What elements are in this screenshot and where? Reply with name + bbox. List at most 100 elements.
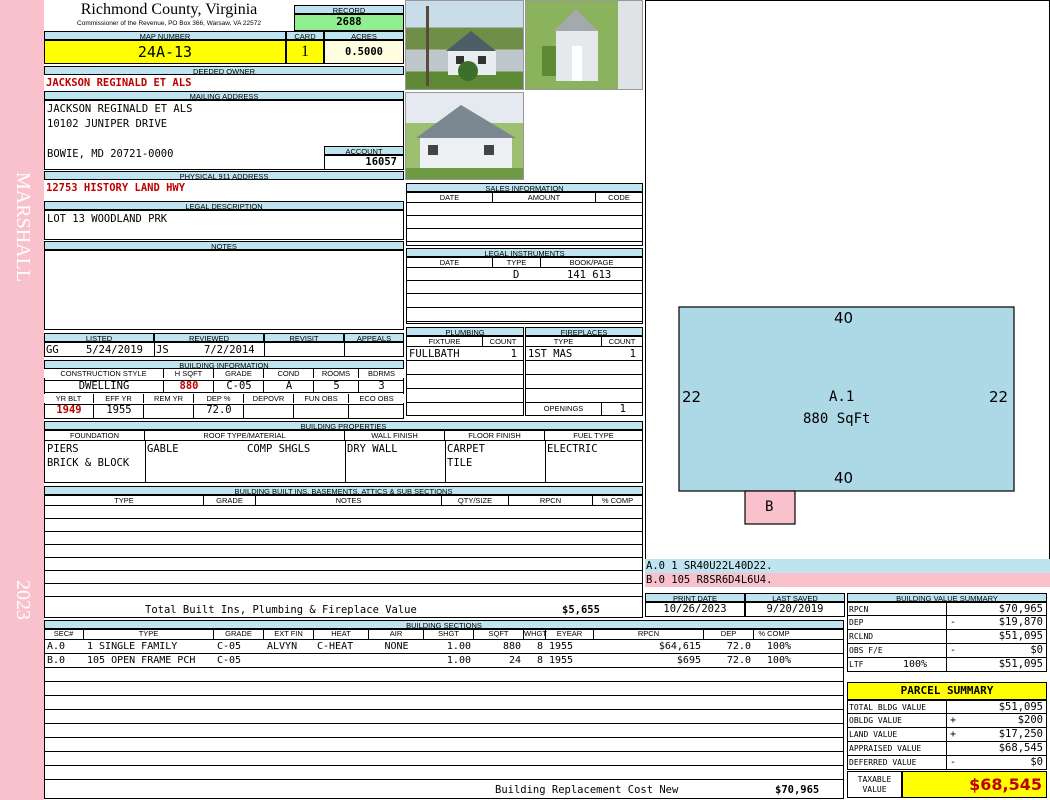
divider <box>154 343 155 356</box>
sketch-label: A.1 <box>829 389 855 405</box>
builtins-total-label: Total Built Ins, Plumbing & Fireplace Va… <box>145 604 417 616</box>
summary-value: $17,250 <box>998 728 1043 740</box>
section-cell-eyear: 1955 <box>549 655 574 666</box>
summary-key: OBS F/E <box>849 644 947 657</box>
section-cell-comp: 100% <box>766 641 791 652</box>
instruments-row <box>407 295 642 308</box>
last-saved-header: LAST SAVED <box>745 593 845 602</box>
sales-col-code: CODE <box>608 193 630 202</box>
section-row <box>44 710 844 724</box>
sketch-area-label: 880 SqFt <box>803 411 871 427</box>
section-row <box>44 696 844 710</box>
summary-row: APPRAISED VALUE $68,545 <box>847 742 1047 756</box>
builtins-row <box>45 584 642 597</box>
builtins-col-headers: TYPE GRADE NOTES QTY/SIZE RPCN % COMP <box>45 496 642 506</box>
sections-col-header: EXT FIN <box>264 629 314 639</box>
notes-box <box>44 250 404 330</box>
sections-col-header: % COMP <box>758 629 790 638</box>
sketch-area: 40 40 22 22 A.1 880 SqFt B <box>645 0 1050 560</box>
bi-col-bdrms: BDRMS <box>359 369 404 378</box>
summary-sign: - <box>950 645 957 656</box>
fireplace-col-count: COUNT <box>608 337 636 346</box>
mailing-line3: BOWIE, MD 20721-0000 <box>47 148 174 160</box>
summary-value: $19,870 <box>998 616 1043 628</box>
section-cell-grade: C-05 <box>217 655 242 666</box>
sketch-porch-label: B <box>765 499 774 515</box>
fireplaces-table: TYPE COUNT 1ST MAS 1 OPENINGS 1 <box>525 336 643 416</box>
sales-row <box>407 229 642 242</box>
card-header: CARD <box>286 31 324 40</box>
brcn-value: $70,965 <box>775 784 820 796</box>
fireplace-row <box>526 389 642 403</box>
fireplace-row: 1ST MAS 1 <box>526 347 642 361</box>
prop-col-wall: WALL FINISH <box>345 431 445 440</box>
summary-key: LAND VALUE <box>849 728 947 741</box>
section-cell-ext: ALVYN <box>267 641 298 652</box>
summary-value: $0 <box>1030 756 1043 768</box>
acres-header: ACRES <box>324 31 404 40</box>
section-row <box>44 752 844 766</box>
listed-by: GG <box>46 344 59 356</box>
bi-col-rpcn: RPCN <box>509 496 593 505</box>
bi-cond: A <box>285 380 293 392</box>
bi-col-cond: COND <box>264 369 314 378</box>
map-number: 24A-13 <box>44 40 286 64</box>
properties-body: PIERS BRICK & BLOCK GABLE COMP SHGLS DRY… <box>45 441 642 482</box>
county-header: Richmond County, Virginia Commissioner o… <box>44 0 294 31</box>
revisit-header: REVISIT <box>264 333 344 342</box>
section-cell-sec: B.0 <box>47 655 66 666</box>
brcn-label: Building Replacement Cost New <box>495 784 679 796</box>
sections-col-header: EYEAR <box>546 629 594 639</box>
sales-col-amount: AMOUNT <box>493 193 596 202</box>
house-photo-3-image <box>406 93 523 179</box>
building-info-header: BUILDING INFORMATION <box>44 360 404 369</box>
reviewed-header: REVIEWED <box>154 333 264 342</box>
bvs-table: RPCN $70,965 DEP - $19,870 RCLND $51,095 OBS F/… <box>847 602 1047 672</box>
mailing-line1: JACKSON REGINALD ET ALS <box>47 103 193 115</box>
bi-style: DWELLING <box>78 380 130 392</box>
record-header: RECORD <box>294 5 404 14</box>
bi-col-grade: GRADE <box>214 369 264 378</box>
print-date: 10/26/2023 <box>645 602 745 617</box>
bi-col-grade2: GRADE <box>204 496 256 505</box>
section-cell-heat: C-HEAT <box>317 641 354 652</box>
mailing-line2: 10102 JUNIPER DRIVE <box>47 118 168 130</box>
summary-row: DEFERRED VALUE - $0 <box>847 756 1047 770</box>
properties-col-headers: FOUNDATION ROOF TYPE/MATERIAL WALL FINIS… <box>45 431 642 441</box>
builtins-row <box>45 532 642 545</box>
sections-header: BUILDING SECTIONS <box>44 620 844 629</box>
sections-col-header: GRADE <box>214 629 264 639</box>
fireplace-row <box>526 361 642 375</box>
print-date-header: PRINT DATE <box>645 593 745 602</box>
sketch-left-dim: 22 <box>682 388 702 406</box>
summary-key: RPCN <box>849 603 947 615</box>
taxable-label-1: TAXABLE <box>857 775 892 784</box>
prop-foundation-2: BRICK & BLOCK <box>47 457 130 469</box>
parcel-summary-header: PARCEL SUMMARY <box>847 682 1047 700</box>
section-cell-grade: C-05 <box>217 641 242 652</box>
card-number: 1 <box>286 40 324 64</box>
divider <box>445 441 446 482</box>
deeded-owner-header: DEEDED OWNER <box>44 66 404 75</box>
summary-value: $200 <box>1017 714 1043 726</box>
instruments-row <box>407 309 642 322</box>
legal-description-header: LEGAL DESCRIPTION <box>44 201 404 210</box>
instruments-row: D 141 613 <box>407 268 642 281</box>
builtins-row <box>45 506 642 519</box>
house-photo-2-image <box>526 1 642 89</box>
prop-col-foundation: FOUNDATION <box>45 431 145 440</box>
plumbing-fixture: FULLBATH <box>409 348 460 360</box>
summary-row: OBLDG VALUE + $200 <box>847 714 1047 728</box>
bi-col-style: CONSTRUCTION STYLE <box>44 369 164 378</box>
instruments-row <box>407 281 642 294</box>
notes-header: NOTES <box>44 241 404 250</box>
fireplace-col-type: TYPE <box>526 337 602 346</box>
parcel-summary-table: TOTAL BLDG VALUE $51,095 OBLDG VALUE + $200 L… <box>847 700 1047 770</box>
bi-col-remyr: REM YR <box>144 394 194 403</box>
sections-rows: A.0 1 SINGLE FAMILY C-05 ALVYN C-HEAT NONE 1.0… <box>44 640 844 780</box>
builtins-row <box>45 558 642 571</box>
instruments-col-type: TYPE <box>493 258 541 267</box>
plumbing-count: 1 <box>510 348 517 360</box>
section-cell-shgt: 1.00 <box>446 655 471 666</box>
fireplaces-header: FIREPLACES <box>525 327 643 336</box>
